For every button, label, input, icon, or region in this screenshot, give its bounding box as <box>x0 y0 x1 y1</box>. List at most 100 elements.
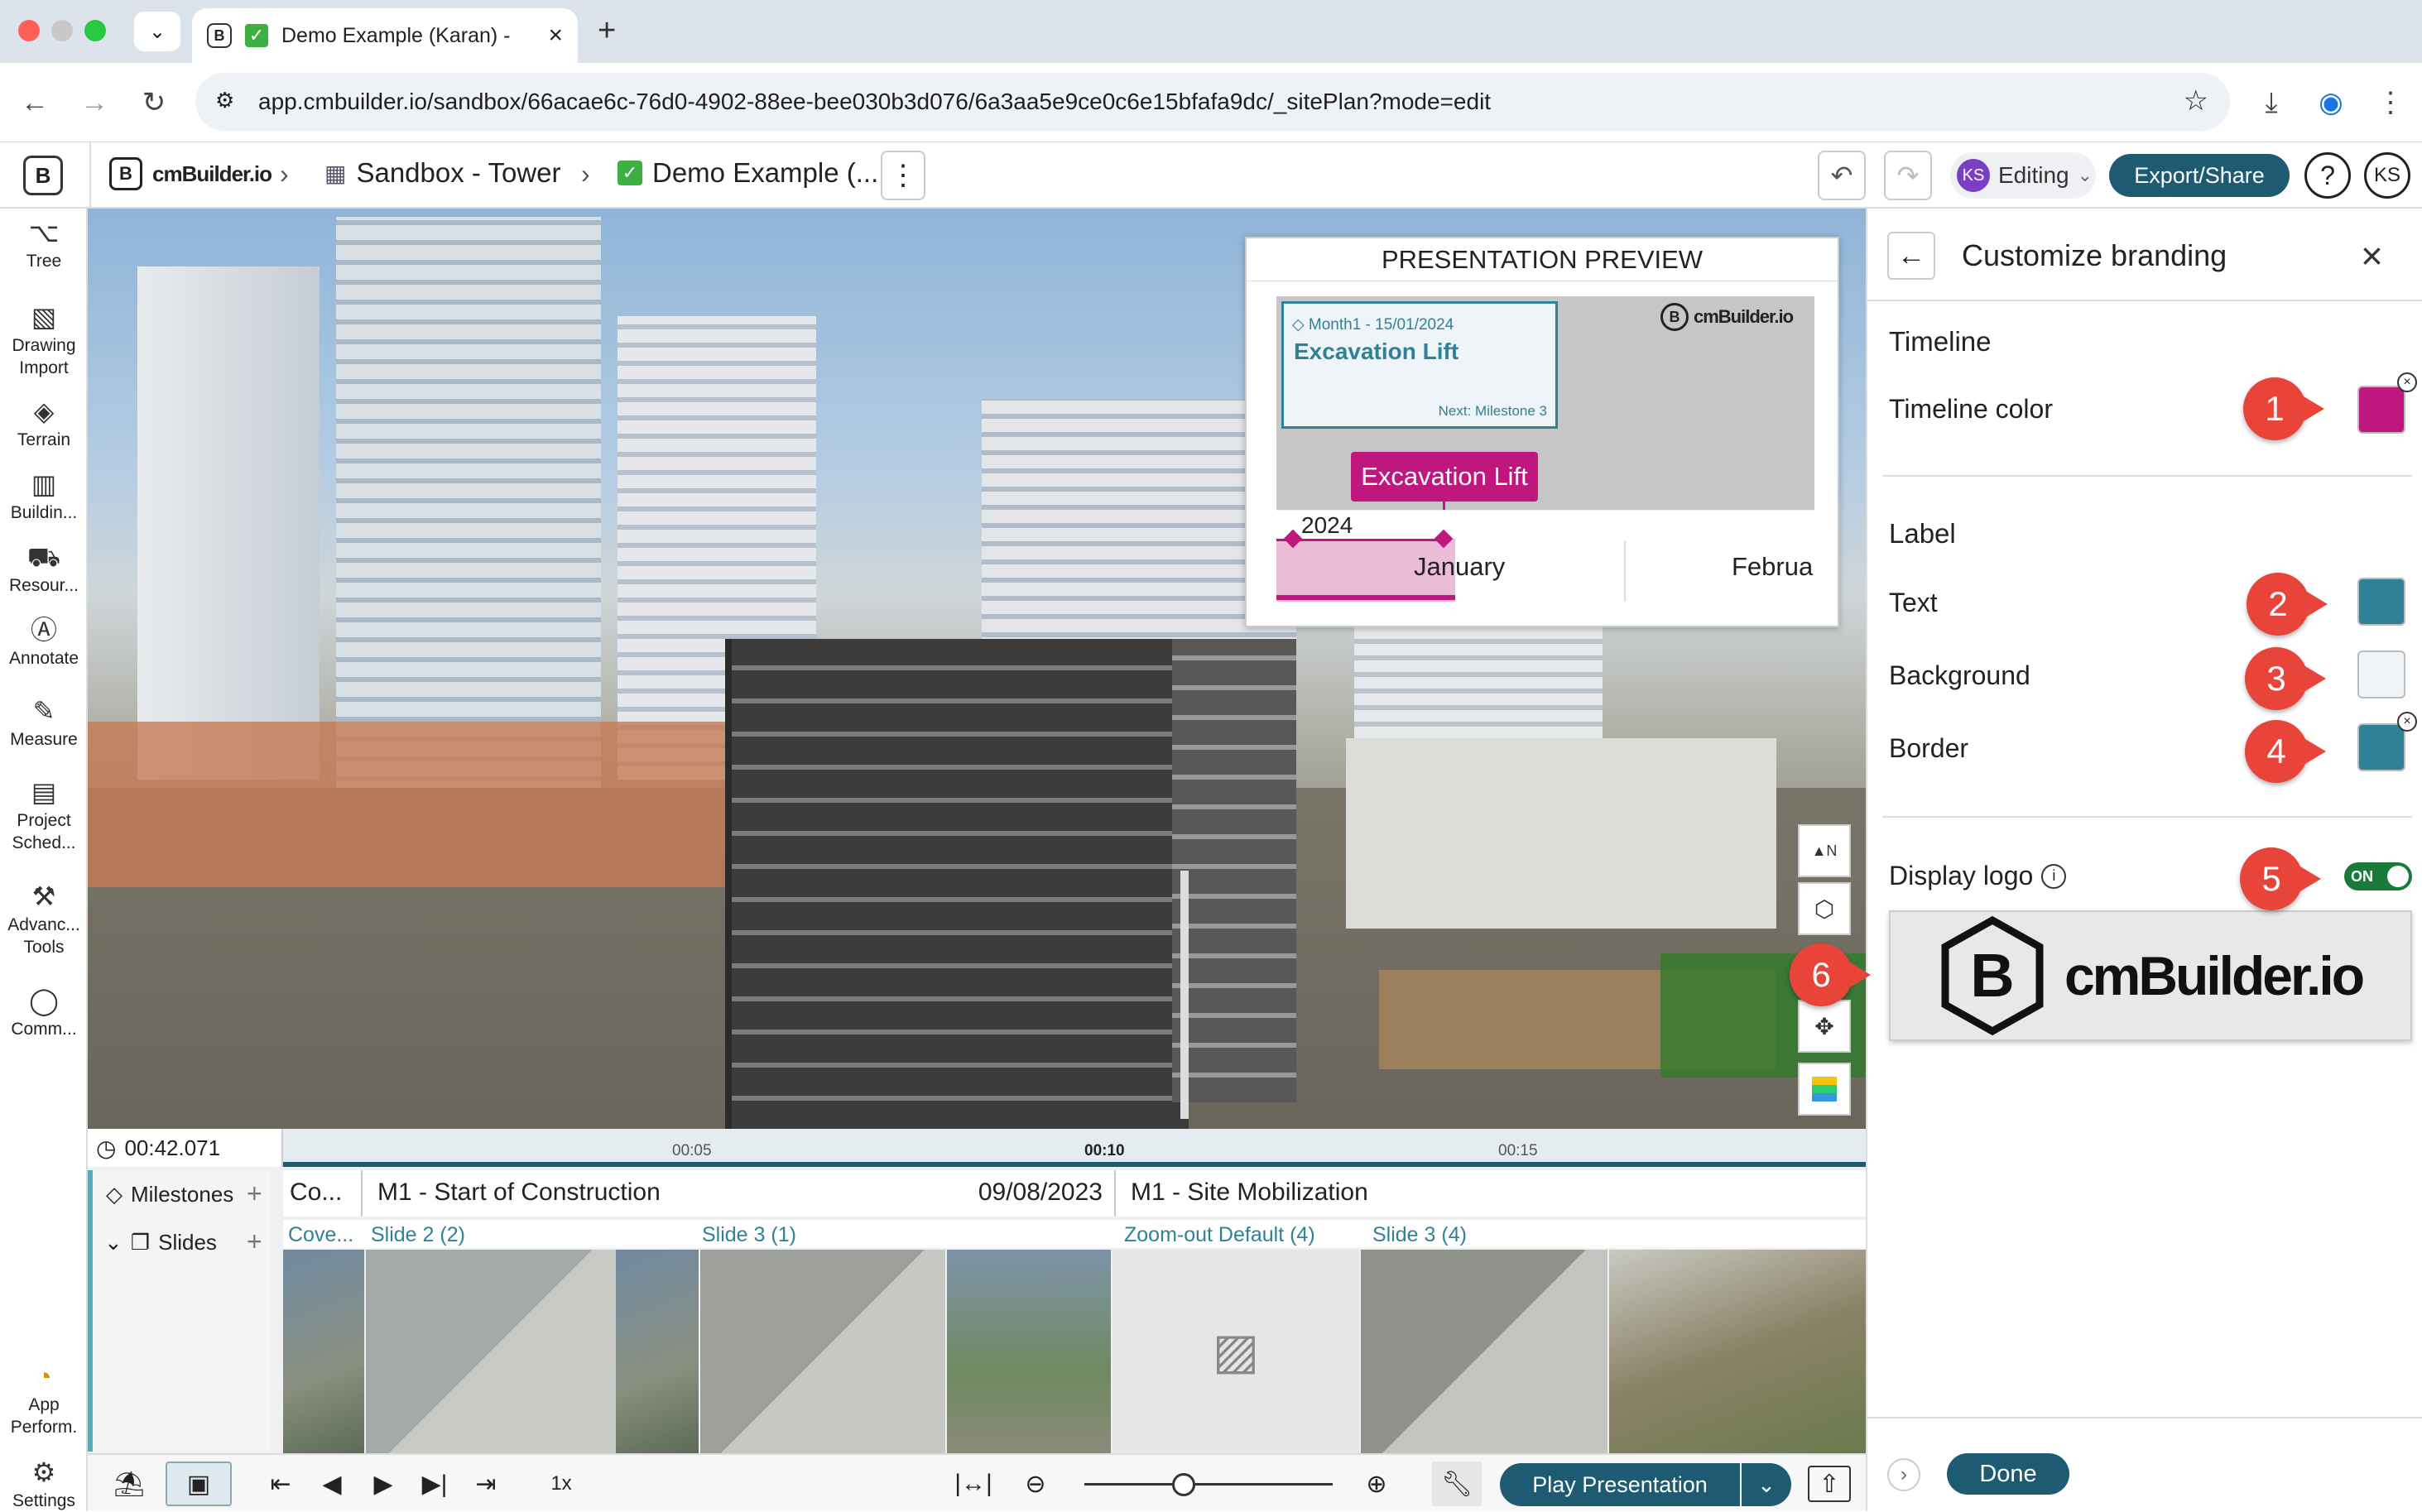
breadcrumb-sandbox[interactable]: ▦ Sandbox - Tower <box>324 157 561 189</box>
zoom-slider-handle[interactable] <box>1172 1473 1195 1496</box>
user-avatar[interactable]: KS <box>2364 152 2410 199</box>
image-placeholder-icon[interactable]: ▨ <box>1112 1250 1359 1453</box>
slide-label[interactable]: Zoom-out Default (4) <box>1124 1223 1315 1247</box>
logo-preview[interactable]: B cmBuilder.io <box>1889 910 2412 1041</box>
tab-search-chevron-icon[interactable]: ⌄ <box>134 12 180 51</box>
download-icon[interactable]: ⤓ <box>2250 81 2293 124</box>
profile-icon[interactable]: ◉ <box>2309 81 2352 124</box>
tab-close-icon[interactable]: × <box>548 22 563 50</box>
wrench-icon[interactable]: 🔧︎ <box>1432 1462 1482 1506</box>
editing-mode-dropdown[interactable]: KS Editing ⌄ <box>1950 152 2096 199</box>
pedestrian-view-icon[interactable]: ✥ <box>1798 1000 1851 1053</box>
label-border-swatch[interactable] <box>2357 723 2405 771</box>
fit-to-width-icon[interactable]: |↔| <box>949 1462 998 1506</box>
close-icon[interactable]: × <box>2361 233 2383 278</box>
slide-label[interactable]: Cove... <box>288 1223 353 1247</box>
time-ruler[interactable]: 00:05 00:10 00:15 <box>283 1129 1866 1167</box>
checkmark-icon: ✓ <box>245 24 268 47</box>
browser-tab[interactable]: B ✓ Demo Example (Karan) - × <box>192 8 578 63</box>
tool-resources[interactable]: ⛟ Resour... <box>0 541 88 597</box>
export-icon[interactable]: ⇧ <box>1808 1466 1851 1502</box>
url-field[interactable]: ⚙ app.cmbuilder.io/sandbox/66acae6c-76d0… <box>195 73 2230 131</box>
tool-drawing-import[interactable]: ▧ Drawing Import <box>0 301 88 379</box>
export-share-button[interactable]: Export/Share <box>2109 154 2290 197</box>
tool-comments[interactable]: ◯ Comm... <box>0 985 88 1040</box>
maximize-window-button[interactable] <box>84 20 106 41</box>
label-text-swatch[interactable] <box>2357 578 2405 626</box>
reload-icon[interactable]: ↻ <box>132 81 175 124</box>
more-options-icon[interactable]: ⋮ <box>881 151 925 200</box>
tool-label: Settings <box>12 1491 75 1510</box>
minimize-window-button[interactable] <box>51 20 73 41</box>
clear-color-icon[interactable]: × <box>2397 372 2417 392</box>
back-arrow-icon[interactable]: ← <box>13 81 56 124</box>
slide-thumbnail[interactable] <box>283 1250 364 1453</box>
add-milestone-icon[interactable]: + <box>247 1178 262 1209</box>
playback-speed-button[interactable]: 1x <box>535 1462 588 1506</box>
tool-project-schedule[interactable]: ▤ Project Sched... <box>0 776 88 854</box>
slide-thumbnail[interactable] <box>947 1250 1111 1453</box>
redo-icon[interactable]: ↷ <box>1884 151 1932 200</box>
undo-icon[interactable]: ↶ <box>1818 151 1866 200</box>
browser-menu-icon[interactable]: ⋮ <box>2369 81 2412 124</box>
slide-thumbnail[interactable] <box>616 1250 699 1453</box>
milestone-cell[interactable]: Co... <box>283 1170 363 1217</box>
slide-thumbnail[interactable] <box>1361 1250 1607 1453</box>
forward-arrow-icon[interactable]: → <box>73 81 116 124</box>
clear-color-icon[interactable]: × <box>2397 712 2417 732</box>
tool-tree[interactable]: ⌥ Tree <box>0 217 88 272</box>
slide-label[interactable]: Slide 2 (2) <box>371 1223 465 1247</box>
tool-app-performance[interactable]: ◔ App Perform. <box>0 1361 88 1438</box>
north-compass-icon[interactable]: ▲N <box>1798 824 1851 877</box>
tool-settings[interactable]: ⚙ Settings <box>0 1457 88 1512</box>
breadcrumb-project[interactable]: ✓ Demo Example (... <box>618 157 878 189</box>
previous-frame-icon[interactable]: ◀︎ <box>311 1462 353 1506</box>
bookmark-star-icon[interactable]: ☆ <box>2184 84 2208 118</box>
help-icon[interactable]: ? <box>2304 152 2351 199</box>
slide-thumbnail[interactable] <box>366 1250 616 1453</box>
logo[interactable]: B cmBuilder.io <box>109 157 272 190</box>
zoom-slider[interactable] <box>1084 1473 1333 1496</box>
skip-to-end-icon[interactable]: ⇥ <box>465 1462 507 1506</box>
play-presentation-button[interactable]: Play Presentation <box>1500 1463 1740 1506</box>
tool-advanced-tools[interactable]: ⚒ Advanc... Tools <box>0 881 88 958</box>
app-home-icon[interactable]: B <box>23 156 63 195</box>
milestone-cell[interactable]: M1 - Site Mobilization <box>1119 1170 1866 1217</box>
slide-label[interactable]: Slide 3 (4) <box>1372 1223 1467 1247</box>
add-slide-icon[interactable]: + <box>247 1226 262 1257</box>
skip-to-start-icon[interactable]: ⇤ <box>260 1462 301 1506</box>
svg-text:B: B <box>1970 941 2014 1010</box>
tool-label: Resour... <box>8 576 79 595</box>
color-legend-icon[interactable] <box>1798 1063 1851 1116</box>
slide-thumbnail[interactable] <box>1609 1250 1866 1453</box>
layers-icon[interactable]: ⬡ <box>1798 882 1851 935</box>
chevron-down-icon: ⌄ <box>2077 165 2093 185</box>
done-button[interactable]: Done <box>1947 1453 2069 1495</box>
new-tab-button[interactable]: + <box>598 13 616 49</box>
milestone-cell[interactable]: M1 - Start of Construction 09/08/2023 <box>366 1170 1116 1217</box>
site-settings-icon[interactable]: ⚙ <box>215 88 234 113</box>
chevron-down-icon[interactable]: ⌄ <box>1742 1463 1791 1506</box>
chevron-right-icon[interactable]: › <box>1887 1458 1920 1491</box>
zoom-out-icon[interactable]: ⊖ <box>1013 1462 1058 1506</box>
zoom-in-icon[interactable]: ⊕ <box>1354 1462 1399 1506</box>
slides-track-label[interactable]: ⌄ ❐ Slides <box>104 1230 217 1255</box>
tool-buildings[interactable]: ▥ Buildin... <box>0 468 88 524</box>
presentation-mode-icon[interactable]: ▣ <box>166 1462 232 1506</box>
back-arrow-icon[interactable]: ← <box>1887 232 1935 280</box>
timeline-color-swatch[interactable] <box>2357 386 2405 434</box>
tool-terrain[interactable]: ◈ Terrain <box>0 396 88 451</box>
tool-annotate[interactable]: Ⓐ Annotate <box>0 614 88 670</box>
label-background-swatch[interactable] <box>2357 650 2405 698</box>
play-icon[interactable]: ▶︎ <box>363 1462 404 1506</box>
tool-measure[interactable]: ✎ Measure <box>0 695 88 751</box>
info-icon[interactable]: i <box>2041 863 2067 889</box>
slide-thumbnail[interactable] <box>700 1250 945 1453</box>
settings-icon[interactable]: ⛱ <box>104 1462 154 1506</box>
close-window-button[interactable] <box>18 20 40 41</box>
checkmark-icon: ✓ <box>618 161 642 185</box>
display-logo-toggle[interactable]: ON <box>2344 862 2412 890</box>
clock-icon: ◷ <box>96 1135 117 1161</box>
next-frame-icon[interactable]: ▶︎| <box>414 1462 455 1506</box>
slide-label[interactable]: Slide 3 (1) <box>702 1223 796 1247</box>
